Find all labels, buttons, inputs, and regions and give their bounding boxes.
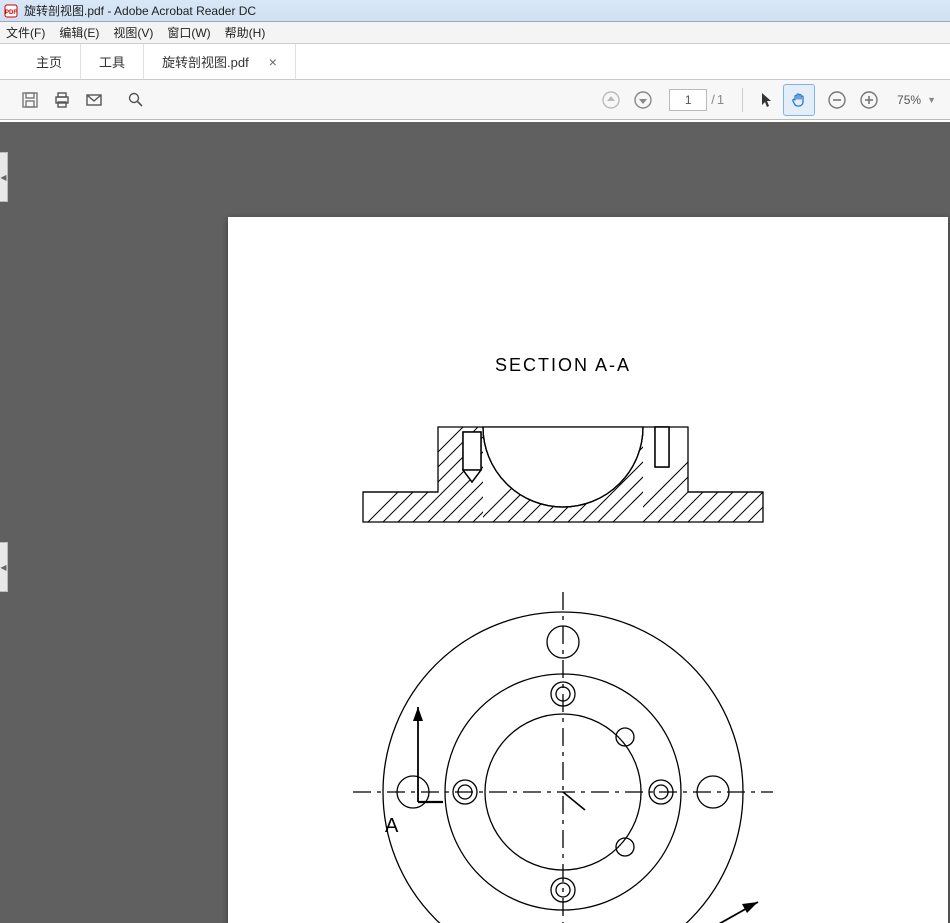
email-button[interactable]: [78, 84, 110, 116]
zoom-level[interactable]: 75%: [897, 93, 921, 107]
menu-edit[interactable]: 编辑(E): [59, 24, 99, 41]
pdf-file-icon: PDF: [4, 4, 18, 18]
window-titlebar: PDF 旋转剖视图.pdf - Adobe Acrobat Reader DC: [0, 0, 950, 22]
print-button[interactable]: [46, 84, 78, 116]
document-viewport[interactable]: ◀ ◀ SECTION A-A: [0, 122, 950, 923]
tab-tools[interactable]: 工具: [81, 44, 144, 79]
page-total: 1: [717, 92, 724, 107]
page-current-input[interactable]: 1: [669, 89, 707, 111]
svg-text:PDF: PDF: [5, 10, 17, 16]
zoom-out-button[interactable]: [821, 84, 853, 116]
svg-text:A: A: [385, 815, 399, 837]
pdf-page: SECTION A-A: [228, 217, 948, 923]
hand-tool-button[interactable]: [783, 84, 815, 116]
left-panel-toggle-bottom[interactable]: ◀: [0, 542, 8, 592]
tab-row: 主页 工具 旋转剖视图.pdf ×: [0, 44, 950, 80]
find-button[interactable]: [120, 84, 152, 116]
left-panel-toggle-top[interactable]: ◀: [0, 152, 8, 202]
tab-document-label: 旋转剖视图.pdf: [162, 52, 249, 71]
menu-window[interactable]: 窗口(W): [167, 24, 210, 41]
menu-view[interactable]: 视图(V): [113, 24, 153, 41]
zoom-in-button[interactable]: [853, 84, 885, 116]
save-button[interactable]: [14, 84, 46, 116]
tab-document[interactable]: 旋转剖视图.pdf ×: [144, 44, 296, 79]
select-tool-button[interactable]: [751, 84, 783, 116]
page-up-button[interactable]: [595, 84, 627, 116]
toolbar: 1 / 1 75% ▼: [0, 80, 950, 120]
page-separator: /: [711, 92, 715, 107]
page-down-button[interactable]: [627, 84, 659, 116]
menu-bar: 文件(F) 编辑(E) 视图(V) 窗口(W) 帮助(H): [0, 22, 950, 44]
zoom-dropdown-icon[interactable]: ▼: [927, 95, 936, 105]
technical-drawing: SECTION A-A: [278, 347, 848, 923]
window-title: 旋转剖视图.pdf - Adobe Acrobat Reader DC: [24, 2, 256, 19]
menu-help[interactable]: 帮助(H): [225, 24, 266, 41]
toolbar-separator: [742, 88, 743, 112]
close-icon[interactable]: ×: [269, 54, 277, 70]
tab-home[interactable]: 主页: [18, 44, 81, 79]
section-label: SECTION A-A: [495, 355, 631, 375]
menu-file[interactable]: 文件(F): [6, 24, 45, 41]
